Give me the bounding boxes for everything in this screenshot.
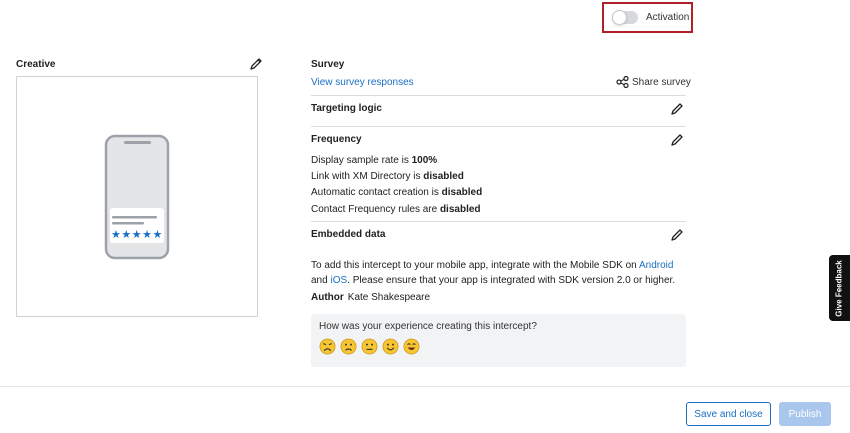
activation-highlight: Activation: [602, 2, 693, 33]
toggle-knob: [612, 10, 627, 25]
author-key: Author: [311, 292, 344, 303]
experience-feedback-card: How was your experience creating this in…: [311, 314, 686, 367]
survey-title: Survey: [311, 59, 345, 70]
save-and-close-button[interactable]: Save and close: [686, 402, 771, 426]
frequency-edit-icon[interactable]: [670, 133, 684, 147]
neutral-emoji-icon[interactable]: [361, 338, 378, 355]
share-icon: [616, 76, 629, 88]
creative-preview: ★★★★★: [16, 76, 258, 317]
embedded-data-edit-icon[interactable]: [670, 228, 684, 242]
author-name: Kate Shakespeare: [347, 292, 431, 303]
give-feedback-label: Give Feedback: [835, 259, 845, 317]
feedback-question: How was your experience creating this in…: [319, 321, 537, 332]
targeting-edit-icon[interactable]: [670, 102, 684, 116]
footer-divider: [0, 386, 850, 387]
star-rating-icon: ★★★★★: [111, 228, 163, 241]
share-survey-button[interactable]: Share survey: [616, 76, 691, 88]
creative-edit-icon[interactable]: [249, 57, 263, 71]
publish-button[interactable]: Publish: [779, 402, 831, 426]
author-row: Author Kate Shakespeare: [311, 292, 430, 303]
android-link[interactable]: Android: [639, 260, 673, 271]
activation-toggle[interactable]: [612, 10, 638, 25]
ios-link[interactable]: iOS: [330, 275, 347, 286]
happy-emoji-icon[interactable]: [382, 338, 399, 355]
give-feedback-tab[interactable]: Give Feedback: [829, 255, 850, 321]
embedded-data-title: Embedded data: [311, 229, 386, 240]
frequency-title: Frequency: [311, 134, 362, 145]
activation-label: Activation: [646, 12, 690, 23]
emoji-rating: [319, 338, 420, 355]
unhappy-emoji-icon[interactable]: [340, 338, 357, 355]
sdk-info-text: To add this intercept to your mobile app…: [311, 260, 676, 286]
frequency-contact-rules: Contact Frequency rules are disabled: [311, 204, 481, 215]
frequency-xm-directory: Link with XM Directory is disabled: [311, 171, 464, 182]
divider: [311, 95, 686, 96]
creative-title: Creative: [16, 59, 56, 70]
very-unhappy-emoji-icon[interactable]: [319, 338, 336, 355]
share-survey-label: Share survey: [632, 76, 691, 88]
frequency-contact-creation: Automatic contact creation is disabled: [311, 187, 483, 198]
very-happy-emoji-icon[interactable]: [403, 338, 420, 355]
view-survey-responses-link[interactable]: View survey responses: [311, 77, 414, 88]
phone-illustration: ★★★★★: [104, 134, 170, 260]
divider: [311, 221, 686, 222]
targeting-logic-title: Targeting logic: [311, 103, 382, 114]
divider: [311, 126, 686, 127]
frequency-sample-rate: Display sample rate is 100%: [311, 155, 438, 166]
